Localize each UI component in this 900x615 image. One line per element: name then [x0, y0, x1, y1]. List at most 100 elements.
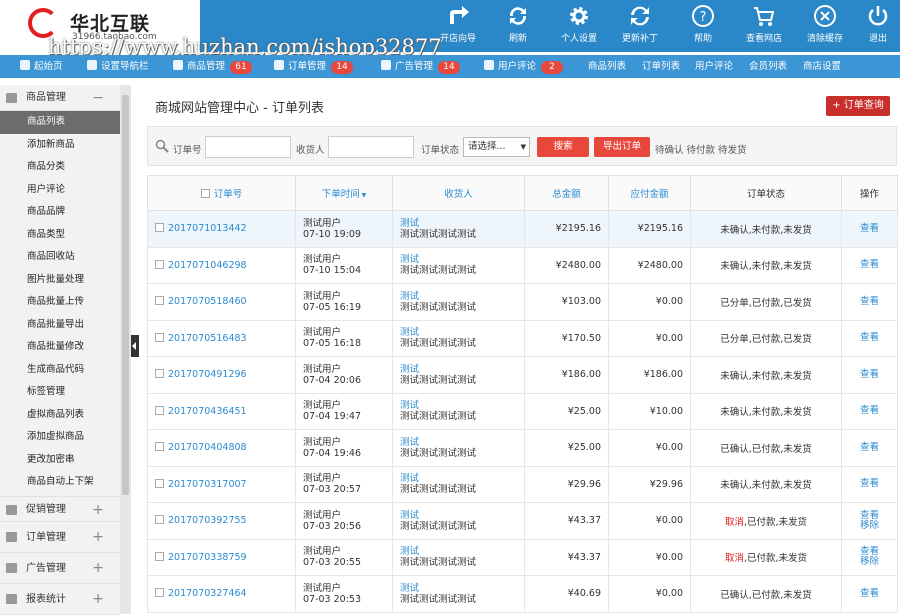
sidebar-scrollbar[interactable]: [120, 85, 131, 614]
table-row[interactable]: 2017070317007 测试用户 07-03 20:57 测试 测试测试测试测试 ¥2…: [147, 465, 898, 503]
consignee-name[interactable]: 测试: [400, 437, 517, 448]
nav-order-list[interactable]: 订单列表: [642, 55, 680, 78]
table-row[interactable]: 2017070491296 测试用户 07-04 20:06 测试 测试测试测试测试 ¥1…: [147, 356, 898, 394]
table-row[interactable]: 2017070327464 测试用户 07-03 20:53 测试 测试测试测试测试 ¥4…: [147, 575, 898, 613]
sidebar-collapse-toggle[interactable]: [131, 335, 139, 357]
tool-clear-cache[interactable]: 清除缓存: [795, 0, 855, 52]
table-row[interactable]: 2017070404808 测试用户 07-04 19:46 测试 测试测试测试测试 ¥2…: [147, 429, 898, 467]
quick-status-links[interactable]: 待确认 待付款 待发货: [655, 142, 747, 156]
sidebar-item[interactable]: 商品品牌: [0, 201, 120, 224]
consignee-name[interactable]: 测试: [400, 364, 517, 375]
sidebar-item[interactable]: 图片批量处理: [0, 269, 120, 292]
view-link[interactable]: 查看: [860, 296, 879, 307]
nav-user-comments[interactable]: 用户评论: [695, 55, 733, 78]
nav-orders[interactable]: 订单管理 14: [274, 55, 354, 78]
sidebar-item[interactable]: 更改加密串: [0, 449, 120, 472]
nav-shop-settings[interactable]: 商店设置: [803, 55, 841, 78]
order-query-button[interactable]: + 订单查询: [826, 96, 890, 116]
consignee-name[interactable]: 测试: [400, 291, 517, 302]
tool-settings[interactable]: 个人设置: [549, 0, 609, 52]
consignee-name[interactable]: 测试: [400, 510, 517, 521]
nav-comments[interactable]: 用户评论 2: [484, 55, 564, 78]
sidebar-item[interactable]: 商品列表: [0, 111, 120, 134]
consignee-name[interactable]: 测试: [400, 583, 517, 594]
sidebar-item[interactable]: 商品分类: [0, 156, 120, 179]
sidebar-group-reports[interactable]: 报表统计 +: [0, 584, 120, 615]
sidebar-item[interactable]: 用户评论: [0, 179, 120, 202]
row-checkbox[interactable]: [155, 369, 164, 379]
order-no-link[interactable]: 2017070491296: [168, 369, 247, 380]
view-link[interactable]: 查看: [860, 588, 879, 599]
col-header-order-no[interactable]: 订单号: [147, 175, 296, 211]
row-checkbox[interactable]: [155, 442, 164, 452]
order-no-link[interactable]: 2017070404808: [168, 442, 247, 453]
nav-home[interactable]: 起始页: [20, 55, 63, 78]
row-checkbox[interactable]: [155, 223, 164, 233]
tool-help[interactable]: ? 帮助: [673, 0, 733, 52]
order-no-link[interactable]: 2017070516483: [168, 333, 247, 344]
col-header-due[interactable]: 应付金额: [608, 175, 691, 211]
col-header-total[interactable]: 总金额: [524, 175, 609, 211]
sidebar-item[interactable]: 商品回收站: [0, 246, 120, 269]
view-link[interactable]: 查看: [860, 405, 879, 416]
search-button[interactable]: 搜索: [537, 137, 589, 157]
row-checkbox[interactable]: [155, 296, 164, 306]
consignee-name[interactable]: 测试: [400, 546, 517, 557]
consignee-name[interactable]: 测试: [400, 327, 517, 338]
order-no-link[interactable]: 2017071046298: [168, 260, 247, 271]
nav-ads[interactable]: 广告管理 14: [381, 55, 461, 78]
row-checkbox[interactable]: [155, 478, 164, 488]
row-checkbox[interactable]: [155, 515, 164, 525]
sidebar-item[interactable]: 添加虚拟商品: [0, 426, 120, 449]
scrollbar-thumb[interactable]: [122, 95, 129, 495]
status-select[interactable]: 请选择...: [463, 137, 530, 157]
sidebar-item[interactable]: 商品批量导出: [0, 314, 120, 337]
view-link[interactable]: 查看: [860, 223, 879, 234]
consignee-name[interactable]: 测试: [400, 473, 517, 484]
sidebar-item[interactable]: 生成商品代码: [0, 359, 120, 382]
view-link[interactable]: 查看: [860, 369, 879, 380]
remove-link[interactable]: 移除: [849, 557, 890, 567]
tool-refresh[interactable]: 刷新: [488, 0, 548, 52]
consignee-name[interactable]: 测试: [400, 254, 517, 265]
table-row[interactable]: 2017070338759 测试用户 07-03 20:55 测试 测试测试测试测试 ¥4…: [147, 538, 898, 576]
export-orders-button[interactable]: 导出订单: [594, 137, 650, 157]
select-all-checkbox[interactable]: [200, 189, 210, 198]
nav-goods-list[interactable]: 商品列表: [588, 55, 626, 78]
col-header-time[interactable]: 下单时间 ▼: [295, 175, 393, 211]
nav-goods[interactable]: 商品管理 61: [173, 55, 253, 78]
row-checkbox[interactable]: [155, 588, 164, 598]
table-row[interactable]: 2017070516483 测试用户 07-05 16:18 测试 测试测试测试测试 ¥1…: [147, 319, 898, 357]
sidebar-item[interactable]: 商品类型: [0, 224, 120, 247]
sidebar-group-promo[interactable]: 促销管理 +: [0, 495, 120, 522]
tool-update[interactable]: 更新补丁: [610, 0, 670, 52]
view-link[interactable]: 查看: [860, 478, 879, 489]
table-row[interactable]: 2017070436451 测试用户 07-04 19:47 测试 测试测试测试测试 ¥2…: [147, 392, 898, 430]
row-checkbox[interactable]: [155, 332, 164, 342]
remove-link[interactable]: 移除: [849, 520, 890, 531]
sidebar-item[interactable]: 商品批量上传: [0, 291, 120, 314]
sidebar-item[interactable]: 虚拟商品列表: [0, 404, 120, 427]
row-checkbox[interactable]: [155, 551, 164, 561]
row-checkbox[interactable]: [155, 259, 164, 269]
table-row[interactable]: 2017071046298 测试用户 07-10 15:04 测试 测试测试测试测试 ¥2…: [147, 246, 898, 284]
order-no-link[interactable]: 2017070317007: [168, 479, 247, 490]
sidebar-item[interactable]: 标签管理: [0, 381, 120, 404]
tool-view-shop[interactable]: 查看网店: [734, 0, 794, 52]
sidebar-item[interactable]: 商品自动上下架: [0, 471, 120, 494]
tool-logout[interactable]: 退出: [856, 0, 900, 52]
sidebar-group-ads[interactable]: 广告管理 +: [0, 553, 120, 584]
table-row[interactable]: 2017070518460 测试用户 07-05 16:19 测试 测试测试测试测试 ¥1…: [147, 283, 898, 321]
table-row[interactable]: 2017070392755 测试用户 07-03 20:56 测试 测试测试测试测试 ¥4…: [147, 502, 898, 540]
sidebar-item[interactable]: 商品批量修改: [0, 336, 120, 359]
nav-members[interactable]: 会员列表: [749, 55, 787, 78]
view-link[interactable]: 查看: [860, 259, 879, 270]
consignee-name[interactable]: 测试: [400, 400, 517, 411]
view-link[interactable]: 查看: [860, 332, 879, 343]
sidebar-group-goods[interactable]: 商品管理 −: [0, 85, 120, 111]
order-no-input[interactable]: [205, 136, 291, 158]
order-no-link[interactable]: 2017070436451: [168, 406, 247, 417]
col-header-consignee[interactable]: 收货人: [392, 175, 525, 211]
order-no-link[interactable]: 2017070392755: [168, 515, 247, 526]
table-row[interactable]: 2017071013442 测试用户 07-10 19:09 测试 测试测试测试测试 ¥2…: [147, 210, 898, 248]
